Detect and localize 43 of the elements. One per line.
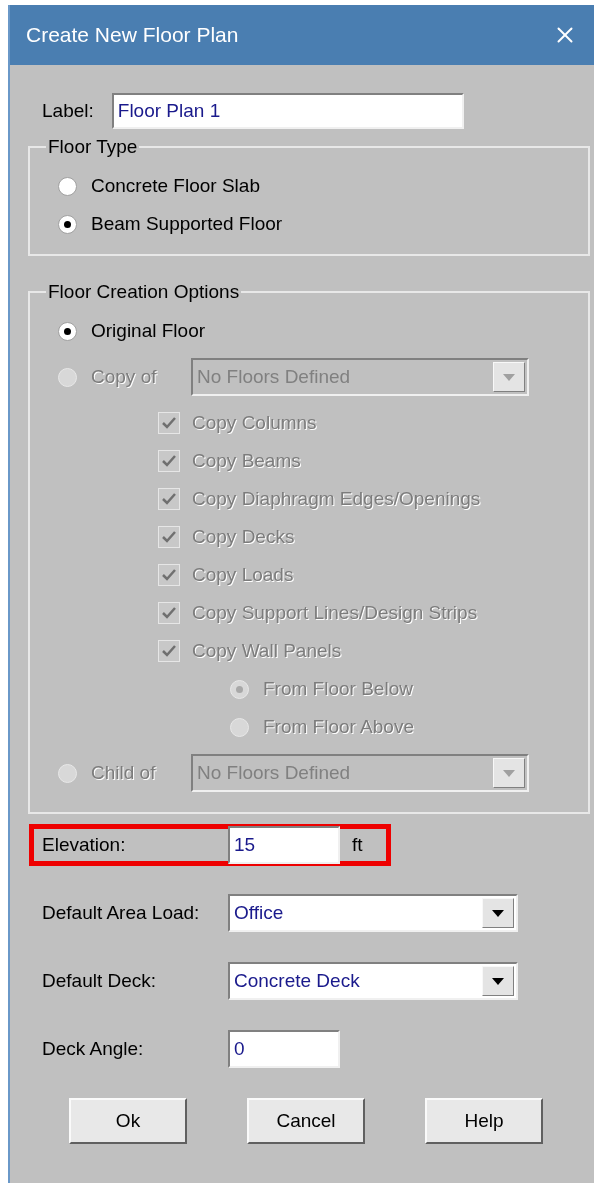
field-label: Elevation: (42, 832, 127, 857)
label-field[interactable]: Floor Plan 1 (111, 93, 464, 129)
group-title: Floor Type (47, 135, 139, 159)
dropdown[interactable]: Concrete Deck (228, 962, 518, 1000)
option-label: Copy Columns (192, 410, 317, 435)
radio-button[interactable] (58, 177, 77, 196)
radio-button[interactable] (58, 321, 77, 341)
check-icon (161, 492, 177, 506)
check-icon (161, 568, 177, 582)
check-icon (161, 530, 177, 544)
check-icon (161, 416, 177, 430)
option-label: Child of (91, 761, 156, 783)
field-label: Label: (42, 98, 94, 123)
window-title: Create New Floor Plan (26, 22, 239, 49)
option-label: Beam Supported Floor (91, 212, 283, 237)
check-icon (161, 644, 177, 658)
caret-icon[interactable] (482, 898, 514, 928)
input-field[interactable]: 0 (228, 1030, 340, 1068)
option-label: Copy Diaphragm Edges/Openings (192, 486, 481, 511)
option-label: Original Floor (91, 318, 206, 343)
dropdown[interactable]: Office (228, 894, 518, 932)
option-label: Copy Wall Panels (192, 638, 342, 663)
option-label: Copy Beams (192, 448, 301, 473)
check-icon (161, 454, 177, 468)
option-label: Copy Loads (192, 562, 294, 587)
option-label: From Floor Below (263, 676, 413, 701)
check-icon (161, 606, 177, 620)
option-label: Copy Decks (192, 524, 295, 549)
field-label: Default Deck: (42, 968, 158, 993)
option-label: Concrete Floor Slab (91, 174, 260, 199)
field-label: Deck Angle: (42, 1036, 145, 1061)
dialog-button[interactable]: Cancel (247, 1098, 365, 1144)
dialog-button[interactable]: Help (425, 1098, 543, 1144)
radio-button[interactable] (58, 215, 77, 234)
option-label: From Floor Above (263, 714, 414, 739)
field-label: Default Area Load: (42, 900, 201, 925)
dialog-button[interactable]: Ok (69, 1098, 187, 1144)
group-title: Floor Creation Options (47, 279, 241, 304)
caret-icon[interactable] (482, 966, 514, 996)
unit-label: ft (352, 833, 363, 857)
option-label: Copy of (91, 365, 157, 387)
option-label: Copy Support Lines/Design Strips (192, 600, 478, 625)
input-field[interactable]: 15 (228, 826, 340, 864)
